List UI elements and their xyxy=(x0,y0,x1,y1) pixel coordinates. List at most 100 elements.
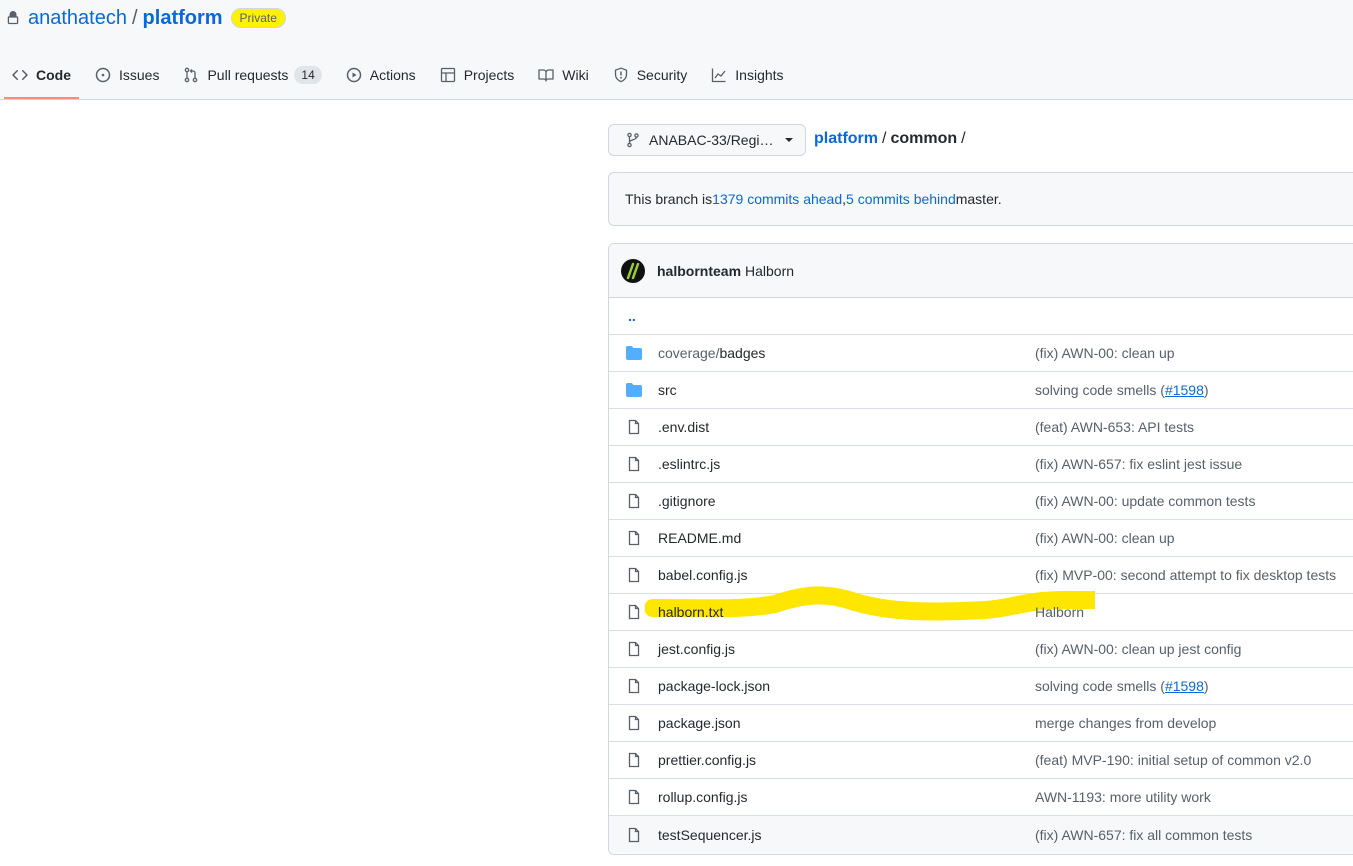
tab-actions-label: Actions xyxy=(369,67,416,83)
commits-ahead-link[interactable]: 1379 commits ahead xyxy=(712,191,842,207)
file-row[interactable]: halborn.txt Halborn xyxy=(609,586,1353,631)
tab-code[interactable]: Code xyxy=(4,57,79,99)
file-name-link[interactable]: package-lock.json xyxy=(658,678,1035,694)
pull-request-link[interactable]: #1598 xyxy=(1165,678,1204,694)
commit-message-link[interactable]: (fix) AWN-00: clean up xyxy=(1035,530,1175,546)
file-row[interactable]: coverage/badges (fix) AWN-00: clean up xyxy=(609,335,1353,372)
commit-message-link[interactable]: solving code smells (#1598) xyxy=(1035,382,1209,398)
commit-message-text: (feat) AWN-653: API tests xyxy=(1035,419,1194,435)
file-name: halborn.txt xyxy=(658,604,724,620)
tab-security[interactable]: Security xyxy=(605,57,696,93)
file-name-link[interactable]: rollup.config.js xyxy=(658,789,1035,805)
branch-info-prefix: This branch is xyxy=(625,191,713,207)
file-icon-wrap xyxy=(626,827,642,843)
commit-message-link[interactable]: (fix) AWN-657: fix eslint jest issue xyxy=(1035,456,1242,472)
git-branch-icon xyxy=(627,132,639,148)
file-icon xyxy=(628,789,640,805)
commit-message-link[interactable]: (fix) AWN-00: clean up xyxy=(1035,345,1175,361)
parent-directory-link[interactable]: .. xyxy=(628,308,636,324)
avatar[interactable] xyxy=(621,258,645,283)
file-row[interactable]: .env.dist (feat) AWN-653: API tests xyxy=(609,409,1353,446)
folder-icon xyxy=(626,383,642,397)
commit-message-link[interactable]: AWN-1193: more utility work xyxy=(1035,789,1211,805)
file-name: prettier.config.js xyxy=(658,752,757,768)
branch-select-button[interactable]: ANABAC-33/Regi… xyxy=(608,124,806,156)
commit-message-link[interactable]: solving code smells (#1598) xyxy=(1035,678,1209,694)
file-name-link[interactable]: src xyxy=(658,382,1035,398)
file-name-link[interactable]: prettier.config.js xyxy=(658,752,1035,768)
tab-pull-requests[interactable]: Pull requests 14 xyxy=(175,57,329,93)
pull-request-link[interactable]: #1598 xyxy=(1165,382,1204,398)
commit-message-text: (fix) AWN-00: clean up xyxy=(1035,345,1175,361)
file-row[interactable]: package-lock.json solving code smells (#1… xyxy=(609,668,1353,705)
file-row[interactable]: .eslintrc.js (fix) AWN-657: fix eslint je… xyxy=(609,446,1353,483)
commit-message-text: solving code smells ( xyxy=(1035,678,1165,694)
file-name: README.md xyxy=(658,530,742,546)
file-name-link[interactable]: .eslintrc.js xyxy=(658,456,1035,472)
file-icon-wrap xyxy=(626,752,642,768)
commit-message-end: ) xyxy=(1203,678,1209,694)
tab-insights[interactable]: Insights xyxy=(703,57,791,93)
commit-message-link[interactable]: (fix) AWN-657: fix all common tests xyxy=(1035,827,1252,843)
file-icon xyxy=(628,456,640,472)
commit-message-text: merge changes from develop xyxy=(1035,715,1217,731)
file-name-link[interactable]: testSequencer.js xyxy=(658,827,1035,843)
tab-wiki-label: Wiki xyxy=(562,67,589,83)
file-row[interactable]: babel.config.js (fix) MVP-00: second atte… xyxy=(609,557,1353,594)
table-icon xyxy=(440,67,455,83)
commits-behind-link[interactable]: 5 commits behind xyxy=(846,191,956,207)
repo-owner-link[interactable]: anathatech xyxy=(28,7,127,30)
commit-message-text: (fix) AWN-00: update common tests xyxy=(1035,493,1256,509)
lock-icon xyxy=(7,11,19,25)
file-name-link[interactable]: halborn.txt xyxy=(658,604,1035,620)
visibility-badge: Private xyxy=(230,8,286,28)
commit-message[interactable]: Halborn xyxy=(745,263,794,279)
commit-message-link[interactable]: (fix) MVP-00: second attempt to fix desk… xyxy=(1035,567,1336,583)
file-row[interactable]: testSequencer.js (fix) AWN-657: fix all c… xyxy=(609,816,1353,853)
file-icon xyxy=(628,827,640,842)
breadcrumb-current: common xyxy=(890,130,958,147)
commit-message-link[interactable]: (fix) AWN-00: clean up jest config xyxy=(1035,641,1241,657)
file-name: .eslintrc.js xyxy=(658,456,721,472)
file-name-link[interactable]: README.md xyxy=(658,530,1035,546)
file-name: package.json xyxy=(658,715,741,731)
breadcrumb: platform / common / xyxy=(814,128,970,150)
file-row[interactable]: src solving code smells (#1598) xyxy=(609,372,1353,409)
repo-name-link[interactable]: platform xyxy=(143,7,223,30)
file-name-link[interactable]: coverage/badges xyxy=(658,345,1035,361)
breadcrumb-root-link[interactable]: platform xyxy=(814,130,878,148)
file-name: package-lock.json xyxy=(658,678,771,694)
breadcrumb-separator: / xyxy=(882,130,887,147)
parent-directory-row[interactable]: .. xyxy=(609,298,1353,335)
tab-actions[interactable]: Actions xyxy=(338,57,424,93)
commit-message-link[interactable]: (fix) AWN-00: update common tests xyxy=(1035,493,1255,509)
commit-message-link[interactable]: (feat) MVP-190: initial setup of common … xyxy=(1035,752,1311,768)
commit-message-text: (feat) MVP-190: initial setup of common … xyxy=(1035,752,1312,768)
file-name-link[interactable]: .gitignore xyxy=(658,493,1035,509)
file-icon-wrap xyxy=(626,604,642,620)
commit-message-link[interactable]: Halborn xyxy=(1035,604,1084,620)
tab-insights-label: Insights xyxy=(735,67,784,83)
tab-issues[interactable]: Issues xyxy=(87,57,167,93)
tab-projects[interactable]: Projects xyxy=(432,57,523,93)
file-row[interactable]: package.json merge changes from develop xyxy=(609,705,1353,742)
file-name-link[interactable]: package.json xyxy=(658,715,1035,731)
commit-message-link[interactable]: merge changes from develop xyxy=(1035,715,1216,731)
folder-icon-wrap xyxy=(626,345,642,361)
file-row[interactable]: rollup.config.js AWN-1193: more utility w… xyxy=(609,779,1353,816)
commit-author[interactable]: halbornteam xyxy=(657,263,741,279)
file-name-link[interactable]: jest.config.js xyxy=(658,641,1035,657)
file-name-link[interactable]: babel.config.js xyxy=(658,567,1035,583)
file-row[interactable]: README.md (fix) AWN-00: clean up xyxy=(609,520,1353,557)
file-icon xyxy=(628,530,640,546)
tab-wiki[interactable]: Wiki xyxy=(530,57,596,93)
file-row[interactable]: prettier.config.js (feat) MVP-190: initia… xyxy=(609,742,1353,779)
folder-icon xyxy=(626,346,642,360)
file-row[interactable]: .gitignore (fix) AWN-00: update common te… xyxy=(609,483,1353,520)
file-row[interactable]: jest.config.js (fix) AWN-00: clean up jes… xyxy=(609,631,1353,668)
file-name-link[interactable]: .env.dist xyxy=(658,419,1035,435)
file-name: .env.dist xyxy=(658,419,710,435)
tab-issues-label: Issues xyxy=(119,67,160,83)
commit-message-link[interactable]: (feat) AWN-653: API tests xyxy=(1035,419,1194,435)
issue-opened-icon xyxy=(95,67,111,83)
